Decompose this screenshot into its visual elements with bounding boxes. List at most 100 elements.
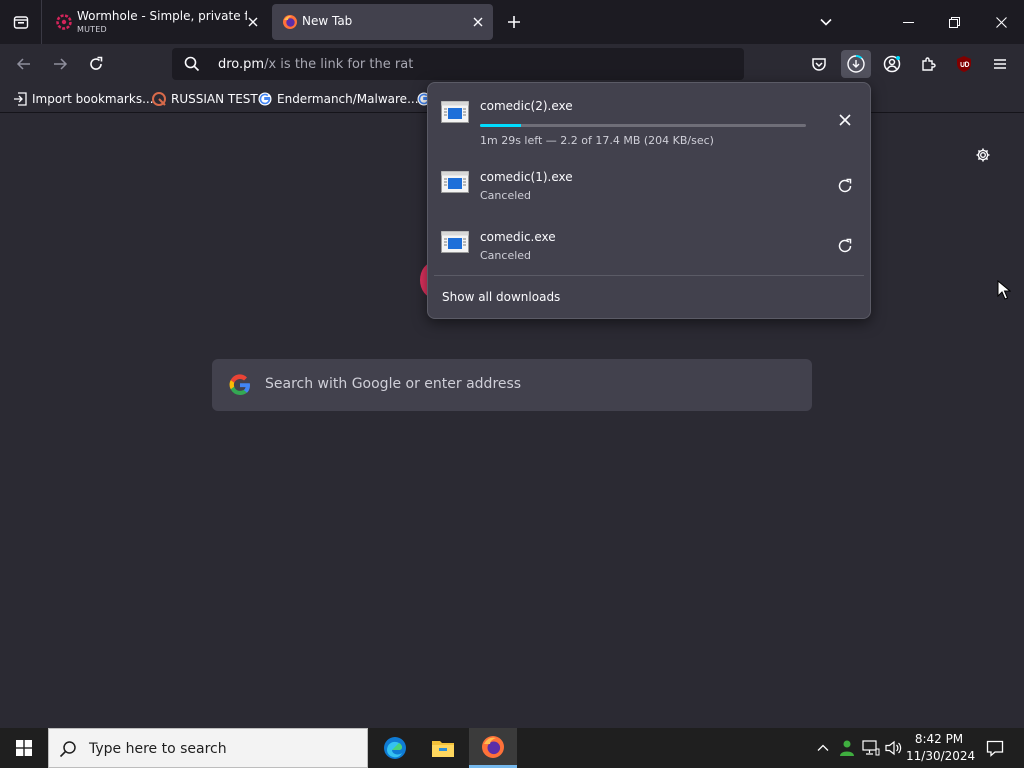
close-window-button[interactable] — [978, 0, 1024, 44]
tab-strip: Wormhole - Simple, private file sharing … — [0, 0, 1024, 44]
hamburger-icon — [994, 59, 1006, 69]
windows-taskbar: Type here to search 8:42 PM 11/30/2024 — [0, 728, 1024, 768]
minimize-icon — [902, 21, 914, 23]
bookmark-label: RUSSIAN TEST — [171, 92, 258, 106]
new-tab-button[interactable] — [500, 8, 528, 36]
windows-logo-icon — [16, 740, 32, 756]
clock-time: 8:42 PM — [914, 732, 964, 746]
pocket-button[interactable] — [804, 50, 834, 78]
download-filename: comedic(2).exe — [480, 99, 573, 113]
tab-new-tab[interactable]: New Tab — [272, 4, 493, 40]
google-icon — [257, 92, 272, 107]
bookmark-import[interactable]: Import bookmarks... — [12, 90, 154, 108]
system-clock[interactable]: 8:42 PM 11/30/2024 — [906, 731, 976, 765]
bookmark-label: Import bookmarks... — [32, 92, 154, 106]
retry-icon — [838, 238, 852, 253]
ublock-button[interactable] — [949, 50, 979, 78]
arrow-left-icon — [16, 58, 30, 70]
downloads-button[interactable] — [841, 50, 871, 78]
taskbar-firefox[interactable] — [469, 728, 517, 768]
search-engine-icon — [151, 92, 166, 107]
plus-icon — [508, 16, 520, 28]
download-progress-fill — [480, 124, 522, 127]
download-status: Canceled — [480, 189, 532, 202]
show-all-downloads-link[interactable]: Show all downloads — [442, 290, 560, 304]
divider — [434, 275, 864, 276]
taskbar-edge[interactable] — [371, 728, 419, 768]
reload-icon — [90, 56, 103, 70]
retry-download-button[interactable] — [832, 233, 858, 259]
close-icon — [839, 114, 851, 126]
account-button[interactable] — [877, 50, 907, 78]
bookmark-russian-test[interactable]: RUSSIAN TEST — [151, 90, 258, 108]
puzzle-icon — [922, 57, 936, 71]
ublock-origin-icon — [957, 56, 971, 72]
personalize-button[interactable] — [972, 144, 994, 166]
app-menu-button[interactable] — [985, 50, 1015, 78]
close-tab-button[interactable] — [469, 13, 487, 31]
speaker-icon — [885, 740, 902, 756]
start-button[interactable] — [0, 728, 48, 768]
close-tab-button[interactable] — [244, 13, 262, 31]
notification-icon — [986, 740, 1004, 757]
pocket-icon — [812, 58, 826, 71]
download-status: Canceled — [480, 249, 532, 262]
exe-file-icon — [441, 231, 469, 253]
tray-user-app[interactable] — [837, 738, 857, 758]
download-item[interactable]: comedic.exe Canceled — [428, 219, 870, 275]
url-bar[interactable]: dro.pm/x is the link for the rat — [172, 48, 744, 80]
close-icon — [473, 17, 483, 27]
exe-file-icon — [441, 101, 469, 123]
minimize-button[interactable] — [885, 0, 931, 44]
action-center-button[interactable] — [978, 728, 1012, 768]
exe-file-icon — [441, 171, 469, 193]
download-item[interactable]: comedic(2).exe 1m 29s left — 2.2 of 17.4… — [428, 89, 870, 147]
chevron-up-icon — [817, 744, 829, 751]
firefox-icon — [482, 735, 504, 758]
retry-icon — [838, 178, 852, 193]
clock-date: 11/30/2024 — [906, 749, 976, 763]
wormhole-icon — [56, 14, 72, 30]
tab-muted-label: MUTED — [77, 25, 107, 34]
user-tray-icon — [840, 740, 854, 756]
chevron-down-icon — [820, 18, 832, 26]
search-icon — [184, 56, 200, 72]
edge-icon — [384, 737, 406, 759]
tab-wormhole[interactable]: Wormhole - Simple, private file sharing … — [46, 4, 268, 40]
url-text[interactable]: dro.pm/x is the link for the rat — [218, 57, 413, 72]
search-placeholder: Search with Google or enter address — [265, 376, 522, 392]
forward-button[interactable] — [46, 50, 74, 78]
download-filename: comedic(1).exe — [480, 170, 573, 184]
tab-title: New Tab — [302, 14, 353, 28]
search-icon — [59, 741, 76, 758]
firefox-view-icon — [13, 16, 28, 29]
retry-download-button[interactable] — [832, 173, 858, 199]
taskbar-search-box[interactable]: Type here to search — [48, 728, 368, 768]
newtab-search-box[interactable]: Search with Google or enter address — [212, 359, 812, 411]
firefox-icon — [283, 15, 297, 29]
list-all-tabs-button[interactable] — [812, 8, 840, 36]
taskbar-file-explorer[interactable] — [419, 728, 467, 768]
bookmark-endermanch[interactable]: Endermanch/Malware... — [257, 90, 419, 108]
close-icon — [995, 16, 1007, 28]
network-button[interactable] — [861, 738, 881, 758]
download-progress-bar — [480, 124, 806, 127]
close-icon — [248, 17, 258, 27]
folder-icon — [432, 741, 454, 757]
cancel-download-button[interactable] — [832, 107, 858, 133]
restore-button[interactable] — [931, 0, 977, 44]
firefox-view-button[interactable] — [0, 0, 42, 44]
account-icon — [883, 55, 901, 73]
volume-button[interactable] — [884, 738, 904, 758]
tab-title: Wormhole - Simple, private file sharing — [77, 9, 247, 23]
mouse-cursor-icon — [997, 280, 1011, 300]
reload-button[interactable] — [82, 50, 110, 78]
url-host: dro.pm — [218, 57, 265, 72]
extensions-button[interactable] — [913, 50, 943, 78]
navigation-toolbar: dro.pm/x is the link for the rat — [0, 44, 1024, 84]
import-icon — [12, 92, 27, 107]
gear-icon — [976, 148, 990, 162]
back-button[interactable] — [10, 50, 38, 78]
show-hidden-icons-button[interactable] — [813, 738, 833, 758]
download-item[interactable]: comedic(1).exe Canceled — [428, 159, 870, 215]
